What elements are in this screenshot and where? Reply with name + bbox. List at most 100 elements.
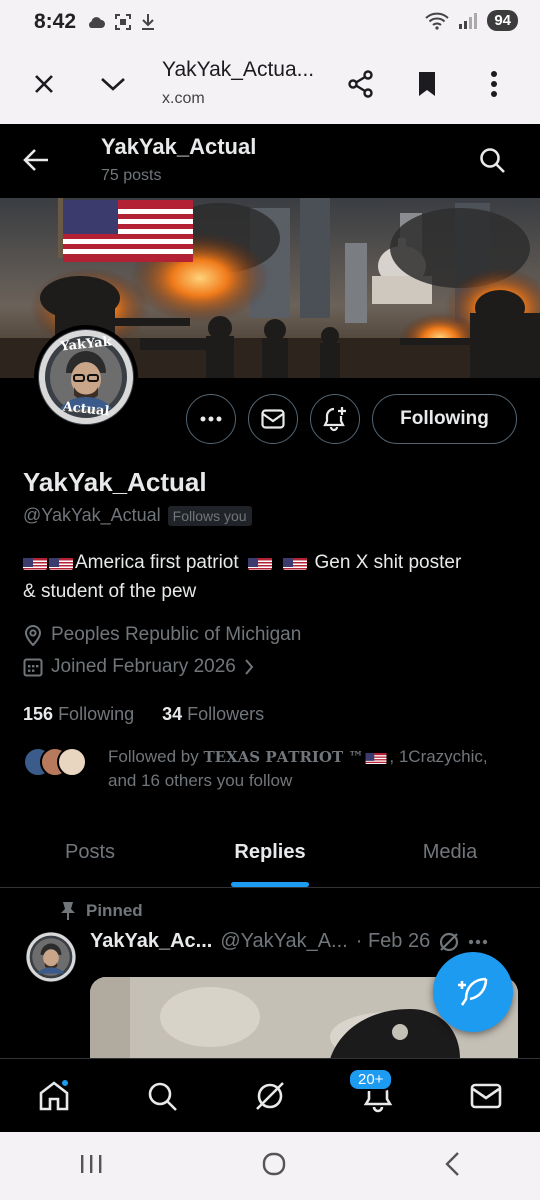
location-text: Peoples Republic of Michigan — [51, 624, 302, 645]
header-title: YakYak_Actual — [101, 134, 257, 159]
system-nav-bar — [0, 1132, 540, 1200]
joined-text: Joined February 2026 — [51, 656, 236, 677]
tweet-author-name[interactable]: YakYak_Ac... — [90, 930, 212, 953]
compose-button[interactable] — [433, 952, 513, 1032]
mail-icon — [470, 1083, 502, 1108]
followers-count: 34 — [162, 704, 183, 724]
display-name: YakYak_Actual — [23, 467, 207, 497]
cloud-icon — [89, 17, 105, 28]
bookmark-button[interactable] — [405, 62, 449, 106]
nav-messages[interactable] — [456, 1066, 516, 1126]
page-title: YakYak_Actua... — [162, 58, 315, 81]
share-icon — [348, 70, 373, 98]
recents-icon — [81, 1154, 102, 1173]
followed-by-prefix: Followed by — [108, 747, 204, 766]
grok-icon — [256, 1081, 284, 1110]
notify-button[interactable] — [310, 394, 360, 444]
pinned-label: Pinned — [86, 901, 143, 920]
more-icon — [200, 416, 222, 422]
bio-text-2: Gen X shit poster — [314, 552, 462, 573]
tweet-avatar[interactable] — [26, 932, 76, 982]
handle: @YakYak_Actual — [23, 505, 161, 525]
profile-avatar[interactable]: YakYak Actual — [34, 325, 138, 429]
page-url: x.com — [162, 90, 205, 107]
calendar-icon — [23, 658, 43, 677]
tab-posts[interactable]: Posts — [0, 818, 180, 887]
chevron-right-icon — [245, 659, 254, 675]
nav-notifications[interactable]: 20+ — [348, 1066, 408, 1126]
tab-media[interactable]: Media — [360, 818, 540, 887]
chevron-down-icon — [101, 78, 125, 91]
home-circle-icon — [262, 1152, 286, 1175]
wifi-icon — [425, 12, 449, 30]
more-button[interactable] — [186, 394, 236, 444]
post-count: 75 posts — [101, 167, 162, 184]
followed-by-text[interactable]: Followed by 𝐓𝐄𝐗𝐀𝐒 𝐏𝐀𝐓𝐑𝐈𝐎𝐓 ™ , 1Crazychic,… — [108, 745, 528, 792]
follow-counts: 156 Following 34 Followers — [23, 704, 264, 725]
followed-by-line2: and 16 others you follow — [108, 771, 293, 790]
followers-link[interactable]: 34 Followers — [162, 704, 264, 725]
follows-you-badge: Follows you — [167, 505, 252, 526]
browser-toolbar: YakYak_Actua... x.com — [0, 46, 540, 124]
tweet-avatar-image — [26, 932, 76, 982]
location-icon — [24, 625, 42, 646]
location-row: Peoples Republic of Michigan — [23, 624, 301, 646]
handle-row: @YakYak_Actual Follows you — [23, 505, 252, 526]
bio: America first patriot Gen X shit poster … — [23, 548, 523, 606]
screenshot-icon — [115, 14, 131, 30]
nav-home[interactable] — [24, 1066, 84, 1126]
battery-indicator: 94 — [487, 10, 518, 31]
followed-by-rest: , 1Crazychic, — [389, 747, 488, 766]
us-flag-icon — [247, 554, 272, 570]
followers-label: Followers — [187, 704, 265, 724]
share-button[interactable] — [339, 62, 383, 106]
status-time: 8:42 — [34, 10, 77, 33]
joined-row[interactable]: Joined February 2026 — [23, 656, 254, 678]
bottom-nav: 20+ — [0, 1058, 540, 1132]
search-icon — [480, 148, 505, 173]
nav-search[interactable] — [132, 1066, 192, 1126]
download-icon — [142, 14, 154, 30]
us-flag-icon — [23, 554, 47, 570]
nav-grok[interactable] — [240, 1066, 300, 1126]
pin-icon — [61, 902, 75, 920]
pinned-indicator: Pinned — [60, 901, 143, 921]
recents-button[interactable] — [78, 1153, 104, 1180]
followed-by-name: 𝐓𝐄𝐗𝐀𝐒 𝐏𝐀𝐓𝐑𝐈𝐎𝐓 ™ — [203, 748, 364, 766]
tweet-more-icon[interactable] — [468, 939, 488, 945]
compose-icon — [458, 977, 488, 1006]
close-button[interactable] — [22, 62, 66, 106]
following-link[interactable]: 156 Following — [23, 704, 134, 725]
tweet-date: · Feb 26 — [355, 930, 431, 952]
follower-avatar — [57, 747, 87, 777]
bookmark-icon — [419, 72, 435, 96]
bio-text-1: America first patriot — [75, 552, 239, 573]
back-system-button[interactable] — [444, 1151, 462, 1182]
grok-icon[interactable] — [438, 931, 460, 953]
status-icons — [86, 13, 156, 31]
us-flag-icon — [365, 750, 387, 764]
notification-add-icon — [323, 407, 346, 432]
home-unread-dot — [60, 1077, 70, 1088]
status-bar: 8:42 94 — [0, 0, 540, 46]
profile-header: YakYak_Actual 75 posts — [0, 124, 540, 198]
bio-text-3: & student of the pew — [23, 581, 197, 602]
tweet-header: YakYak_Ac... @YakYak_A... · Feb 26 — [90, 930, 488, 953]
back-arrow-icon — [23, 149, 48, 171]
back-button[interactable] — [22, 146, 54, 178]
close-icon — [35, 75, 53, 93]
back-chevron-icon — [444, 1151, 459, 1176]
expand-button[interactable] — [91, 62, 135, 106]
search-button[interactable] — [478, 146, 506, 179]
home-system-button[interactable] — [261, 1151, 287, 1182]
profile-tabs: Posts Replies Media — [0, 818, 540, 888]
signal-icon — [459, 12, 478, 29]
us-flag-icon — [49, 554, 73, 570]
status-right: 94 — [425, 10, 518, 31]
tab-replies[interactable]: Replies — [180, 818, 360, 887]
message-button[interactable] — [248, 394, 298, 444]
notifications-badge: 20+ — [348, 1067, 394, 1091]
browser-menu-button[interactable] — [472, 62, 516, 106]
tweet-author-handle: @YakYak_A... — [220, 930, 348, 952]
following-button[interactable]: Following — [372, 394, 517, 444]
